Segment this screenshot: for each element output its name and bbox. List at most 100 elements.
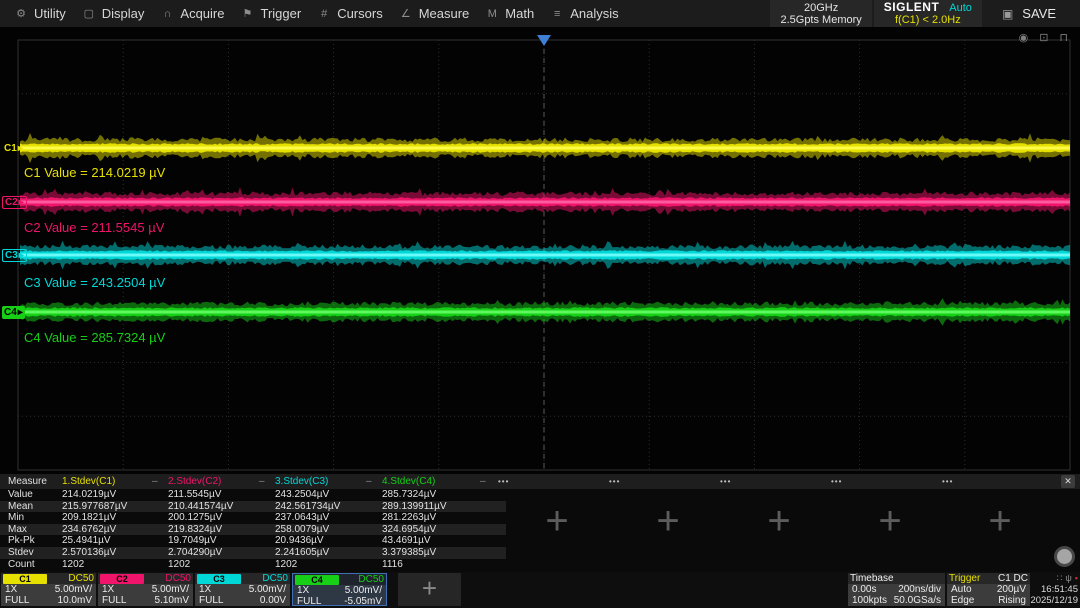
cell: 210.441574µV xyxy=(168,501,233,513)
close-measure-panel-button[interactable]: ✕ xyxy=(1061,475,1075,488)
footer-status-bar: C1 DC50 1X 5.00mV/ FULL 10.0mV C2 DC50 1… xyxy=(0,572,1080,608)
bandwidth-label: 20GHz xyxy=(780,2,861,14)
channel-marker-c3[interactable]: C3▸ xyxy=(2,249,27,262)
menu-cursors[interactable]: # Cursors xyxy=(318,6,383,21)
c2-coupling: DC50 xyxy=(165,573,191,584)
menu-utility[interactable]: ⚙ Utility xyxy=(15,6,66,21)
cell: 2.704290µV xyxy=(168,547,222,559)
trigger-mode: Auto xyxy=(951,584,972,595)
trigger-type: Edge xyxy=(951,595,974,606)
cell: 1202 xyxy=(168,559,190,571)
c2-value-readout: C2 Value = 211.5545 µV xyxy=(24,220,164,235)
channel-box-c2[interactable]: C2 DC50 1X 5.00mV/ FULL 5.10mV xyxy=(98,573,193,606)
camera-icon[interactable]: ◉ xyxy=(1019,31,1029,44)
fullscreen-icon[interactable]: ⊡ xyxy=(1039,31,1048,44)
add-measurement-button[interactable]: + xyxy=(535,500,579,544)
scroll-icon[interactable]: ⊓ xyxy=(1059,31,1068,44)
slot-menu-icon[interactable]: ••• xyxy=(720,474,731,489)
channel-marker-c2[interactable]: C2▸ xyxy=(2,196,27,209)
menu-math[interactable]: M Math xyxy=(486,6,534,21)
trigger-title: Trigger xyxy=(949,573,980,584)
channel-marker-c4[interactable]: C4▸ xyxy=(2,306,25,319)
c3-coupling: DC50 xyxy=(262,573,288,584)
add-channel-button[interactable]: + xyxy=(398,573,461,606)
c1-bandwidth: FULL xyxy=(5,595,29,606)
trigger-level: 200µV xyxy=(997,584,1026,595)
header-separator: – xyxy=(480,474,486,489)
row-label: Count xyxy=(8,559,35,571)
cell: 219.8324µV xyxy=(168,524,222,536)
c3-offset: 0.00V xyxy=(260,595,286,606)
slot-menu-icon[interactable]: ••• xyxy=(942,474,953,489)
menu-analysis[interactable]: ≡ Analysis xyxy=(551,6,618,21)
c1-probe: 1X xyxy=(5,584,17,595)
row-label: Min xyxy=(8,512,24,524)
clock-block: ∷ ψ ▪ 16:51:45 2025/12/19 xyxy=(1030,573,1078,606)
menu-trigger[interactable]: ⚑ Trigger xyxy=(241,6,301,21)
cell: 1202 xyxy=(62,559,84,571)
add-measurement-button[interactable]: + xyxy=(978,500,1022,544)
c1-scale: 5.00mV/ xyxy=(55,584,92,595)
cell: 243.2504µV xyxy=(275,489,329,501)
cell: 281.2263µV xyxy=(382,512,436,524)
menu-trigger-label: Trigger xyxy=(260,6,301,21)
timebase-title: Timebase xyxy=(850,573,894,584)
menu-measure[interactable]: ∠ Measure xyxy=(400,6,470,21)
c1-value-readout: C1 Value = 214.0219 µV xyxy=(24,165,165,180)
channel-box-c3[interactable]: C3 DC50 1X 5.00mV/ FULL 0.00V xyxy=(195,573,290,606)
timebase-scale: 200ns/div xyxy=(898,584,941,595)
menu-display[interactable]: ▢ Display xyxy=(83,6,145,21)
measure-header-c4[interactable]: 4.Stdev(C4) xyxy=(382,474,435,489)
marker-arrow-icon: ▸ xyxy=(19,250,24,262)
table-row-count: Count 1202 1202 1202 1116 xyxy=(0,559,1080,571)
measure-header-c3[interactable]: 3.Stdev(C3) xyxy=(275,474,328,489)
row-label: Max xyxy=(8,524,27,536)
cell: 242.561734µV xyxy=(275,501,340,513)
row-label: Value xyxy=(8,489,33,501)
trigger-source: C1 DC xyxy=(998,573,1028,584)
trigger-status-block[interactable]: SIGLENT Auto f(C1) < 2.0Hz xyxy=(874,0,982,27)
measure-panel-title: Measure xyxy=(8,474,47,489)
c3-scale: 5.00mV/ xyxy=(249,584,286,595)
panel-drag-handle[interactable] xyxy=(1054,546,1075,567)
slot-menu-icon[interactable]: ••• xyxy=(831,474,842,489)
slot-menu-icon[interactable]: ••• xyxy=(609,474,620,489)
cursors-icon: # xyxy=(318,8,330,20)
menu-measure-label: Measure xyxy=(419,6,470,21)
network-icon: ∷ xyxy=(1057,573,1063,583)
measure-header-row: Measure 1.Stdev(C1) – 2.Stdev(C2) – 3.St… xyxy=(0,474,1080,489)
waveform-traces xyxy=(0,27,1080,474)
trigger-box[interactable]: Trigger C1 DC Auto 200µV Edge Rising xyxy=(947,573,1030,606)
clock-date: 2025/12/19 xyxy=(1030,595,1078,606)
c1-offset: 10.0mV xyxy=(58,595,92,606)
cell: 19.7049µV xyxy=(168,535,217,547)
acquisition-status[interactable]: 20GHz 2.5Gpts Memory xyxy=(770,0,871,27)
menu-analysis-label: Analysis xyxy=(570,6,618,21)
cell: 25.4941µV xyxy=(62,535,111,547)
table-row-value: Value 214.0219µV 211.5545µV 243.2504µV 2… xyxy=(0,489,1080,501)
add-measurement-button[interactable]: + xyxy=(757,500,801,544)
measure-menu-icon[interactable]: ••• xyxy=(498,474,509,489)
c4-probe: 1X xyxy=(297,585,309,596)
measure-header-c2[interactable]: 2.Stdev(C2) xyxy=(168,474,221,489)
memory-depth-label: 2.5Gpts Memory xyxy=(780,14,861,26)
timebase-box[interactable]: Timebase 0.00s 200ns/div 100kpts 50.0GSa… xyxy=(848,573,945,606)
cell: 2.241605µV xyxy=(275,547,329,559)
cell: 215.977687µV xyxy=(62,501,127,513)
c2-probe: 1X xyxy=(102,584,114,595)
channel-marker-c1[interactable]: C1▸ xyxy=(2,142,25,155)
c2-offset: 5.10mV xyxy=(155,595,189,606)
menu-acquire[interactable]: ∩ Acquire xyxy=(161,6,224,21)
measure-header-c1[interactable]: 1.Stdev(C1) xyxy=(62,474,115,489)
cell: 285.7324µV xyxy=(382,489,436,501)
trigger-position-marker[interactable] xyxy=(537,35,551,46)
channel-box-c1[interactable]: C1 DC50 1X 5.00mV/ FULL 10.0mV xyxy=(1,573,96,606)
channel-marker-c1-label: C1 xyxy=(4,143,17,155)
record-icon: ▪ xyxy=(1075,573,1078,583)
add-measurement-button[interactable]: + xyxy=(646,500,690,544)
add-measurement-button[interactable]: + xyxy=(868,500,912,544)
timebase-sample-rate: 50.0GSa/s xyxy=(894,595,941,606)
save-button[interactable]: ▣ SAVE xyxy=(982,0,1080,27)
c1-chip: C1 xyxy=(3,574,47,584)
channel-box-c4-selected[interactable]: C4 DC50 1X 5.00mV/ FULL -5.05mV xyxy=(292,573,387,606)
